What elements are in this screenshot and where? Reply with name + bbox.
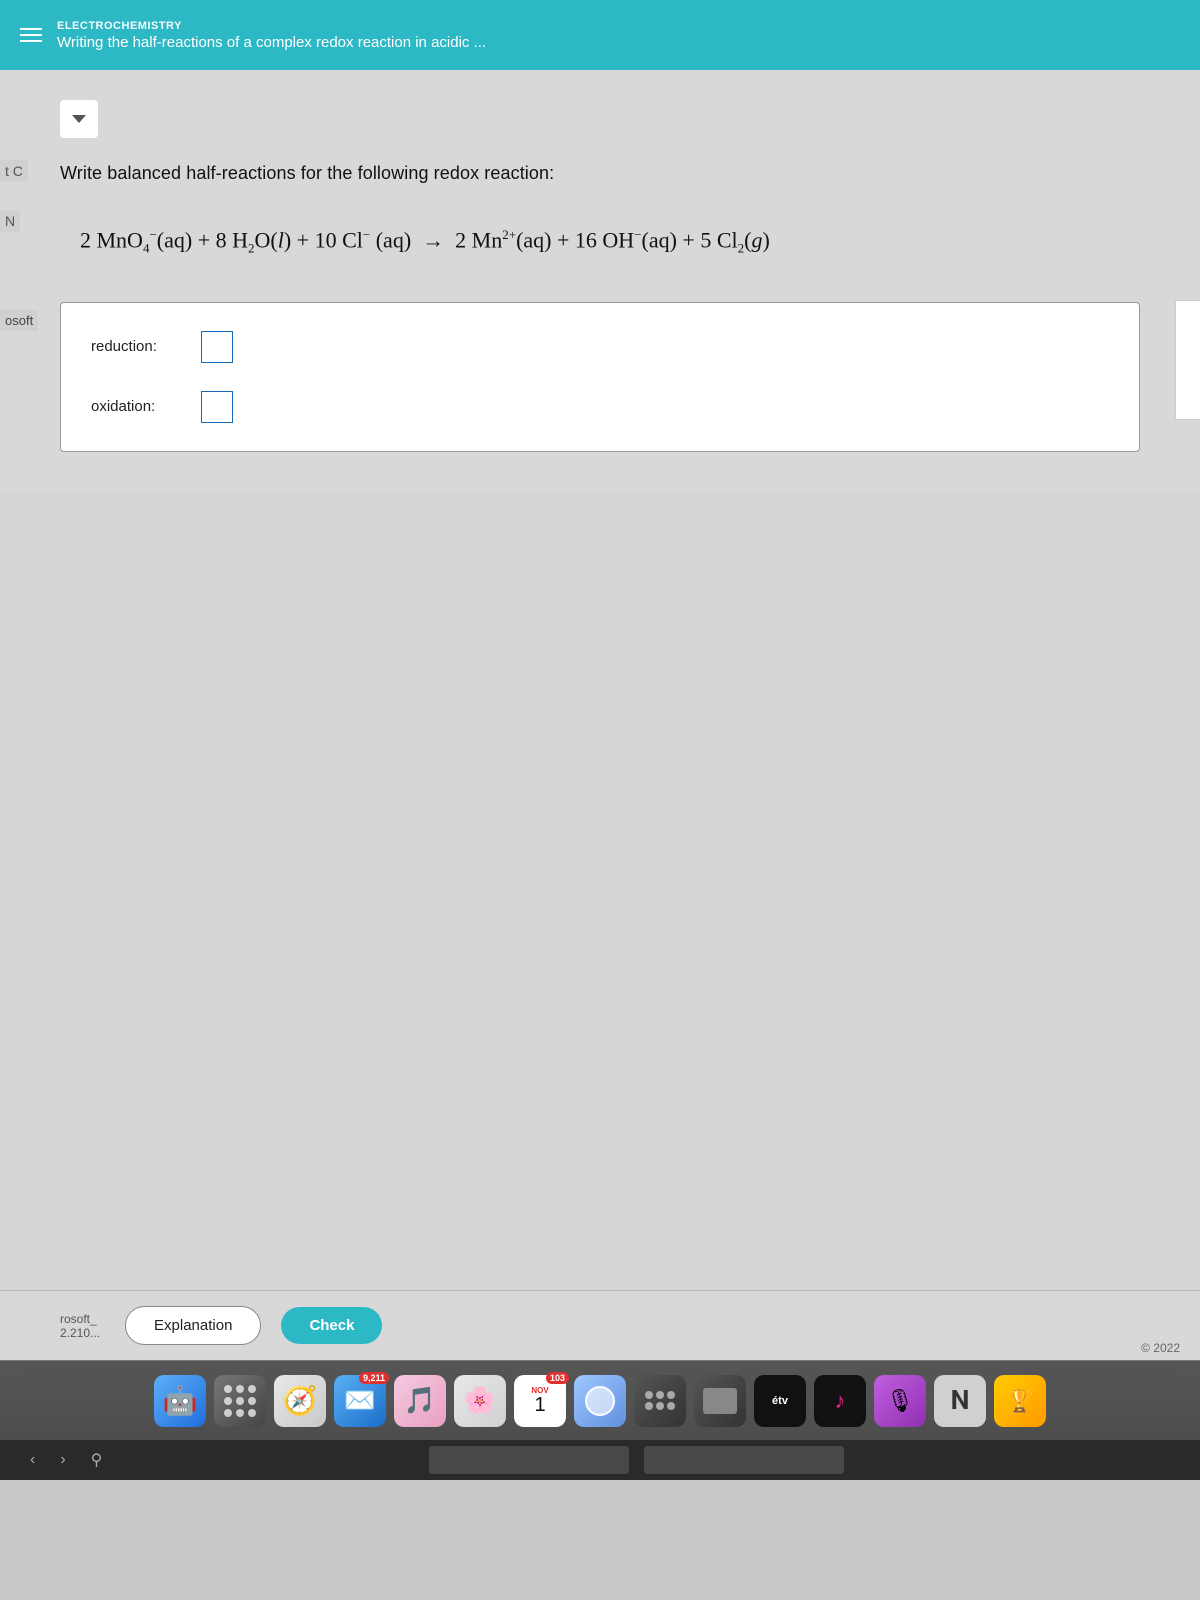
reduction-label: reduction:	[91, 338, 186, 355]
taskbar-center	[102, 1446, 1170, 1474]
taskbar-preview-left	[429, 1446, 629, 1474]
bottom-label-rosoft: rosoft_2.210...	[60, 1312, 100, 1340]
check-button[interactable]: Check	[281, 1307, 382, 1344]
chemical-equation: 2 MnO4−(aq) + 8 H2O(l) + 10 Cl− (aq) → 2…	[80, 227, 1140, 257]
dock-item-rect-app[interactable]	[694, 1375, 746, 1427]
dots-app-icon	[645, 1391, 675, 1410]
hamburger-icon[interactable]	[20, 28, 42, 42]
header-text: ELECTROCHEMISTRY Writing the half-reacti…	[57, 20, 486, 51]
dock-item-music[interactable]: ♪	[814, 1375, 866, 1427]
dock-item-news[interactable]: 𝐍	[934, 1375, 986, 1427]
search-icon[interactable]: ⚲	[91, 1450, 103, 1470]
oxidation-label: oxidation:	[91, 398, 186, 415]
rect-app-icon	[703, 1388, 737, 1414]
equation-text: 2 MnO4−(aq) + 8 H2O(l) + 10 Cl− (aq) → 2…	[80, 227, 770, 257]
equation-area: 2 MnO4−(aq) + 8 H2O(l) + 10 Cl− (aq) → 2…	[60, 212, 1140, 282]
copyright-text: © 2022	[1141, 1341, 1180, 1355]
forward-arrow[interactable]: ›	[60, 1451, 65, 1469]
chevron-down-icon	[72, 115, 86, 123]
appletv-icon: étv	[772, 1395, 788, 1407]
answer-box: reduction: oxidation:	[60, 302, 1140, 452]
explanation-button[interactable]: Explanation	[125, 1306, 261, 1345]
mail-badge: 9,211	[359, 1372, 389, 1384]
dock-item-reward[interactable]: 🏆	[994, 1375, 1046, 1427]
safari-icon: 🧭	[283, 1384, 318, 1417]
dock-item-launchpad[interactable]	[214, 1375, 266, 1427]
bottom-bar: rosoft_2.210... Explanation Check	[0, 1290, 1200, 1360]
dock-item-circle-app[interactable]	[574, 1375, 626, 1427]
podcast-icon: 🎙	[886, 1388, 914, 1414]
back-arrow[interactable]: ‹	[30, 1451, 35, 1469]
news-icon: 𝐍	[950, 1385, 970, 1417]
dock-bar: 🤖 🧭 ✉️ 9,211 🎵	[0, 1360, 1200, 1440]
dock-item-mail[interactable]: ✉️ 9,211	[334, 1375, 386, 1427]
photos-icon: 🌸	[464, 1385, 496, 1416]
right-panel-stub	[1175, 300, 1200, 420]
reward-icon: 🏆	[1006, 1388, 1033, 1414]
dock-item-calendar[interactable]: 103 NOV 1	[514, 1375, 566, 1427]
music-icon: ♪	[835, 1388, 846, 1414]
oxidation-row: oxidation:	[91, 391, 1109, 423]
problem-instruction: Write balanced half-reactions for the fo…	[60, 163, 1140, 184]
taskbar-nav: ‹ › ⚲	[30, 1450, 102, 1470]
dock-item-podcast[interactable]: 🎙	[874, 1375, 926, 1427]
side-label-n: N	[0, 210, 20, 232]
calendar-badge: 103	[546, 1372, 569, 1384]
dock-area: 🤖 🧭 ✉️ 9,211 🎵	[0, 1360, 1200, 1480]
circle-app-icon	[585, 1386, 615, 1416]
reduction-row: reduction:	[91, 331, 1109, 363]
photos-app-icon: 🎵	[404, 1385, 436, 1416]
oxidation-input[interactable]	[201, 391, 233, 423]
mail-icon: ✉️	[344, 1385, 376, 1416]
dock-item-appletv[interactable]: étv	[754, 1375, 806, 1427]
dock-item-finder[interactable]: 🤖	[154, 1375, 206, 1427]
taskbar-preview-right	[644, 1446, 844, 1474]
reduction-input[interactable]	[201, 331, 233, 363]
dock-item-dots-app[interactable]	[634, 1375, 686, 1427]
header-category: ELECTROCHEMISTRY	[57, 20, 486, 32]
side-label-cr: t C	[0, 160, 28, 182]
dock-item-photos[interactable]: 🌸	[454, 1375, 506, 1427]
dock-item-safari[interactable]: 🧭	[274, 1375, 326, 1427]
side-label-soft: osoft	[0, 310, 38, 331]
calendar-day: 1	[534, 1395, 545, 1415]
header-bar: ELECTROCHEMISTRY Writing the half-reacti…	[0, 0, 1200, 70]
content-area: Write balanced half-reactions for the fo…	[0, 70, 1200, 492]
chevron-down-button[interactable]	[60, 100, 98, 138]
finder-icon: 🤖	[163, 1384, 198, 1417]
dock-item-photos-app[interactable]: 🎵	[394, 1375, 446, 1427]
header-title: Writing the half-reactions of a complex …	[57, 34, 486, 51]
taskbar-row: ‹ › ⚲	[0, 1440, 1200, 1480]
launchpad-icon	[224, 1385, 256, 1417]
